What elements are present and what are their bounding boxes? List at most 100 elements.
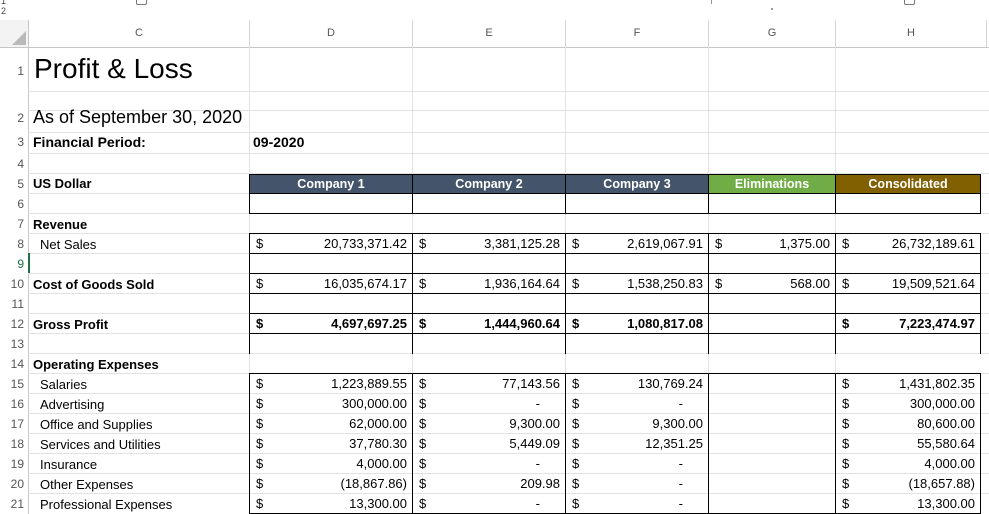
header-consolidated[interactable]: Consolidated [835,174,981,194]
row-header[interactable]: 5 [0,177,28,191]
row-label-insurance[interactable]: Insurance [40,457,97,472]
row-header[interactable]: 1 [0,64,28,78]
row-header[interactable]: 18 [0,437,28,451]
row-header[interactable]: 2 [0,111,28,125]
value-text: 4,697,697.25 [331,316,407,331]
empty-cell[interactable] [249,253,413,274]
outline-tick [711,0,712,4]
empty-cell[interactable] [412,253,566,274]
value-cell[interactable] [708,413,836,434]
row-header[interactable]: 20 [0,477,28,491]
row-header[interactable]: 17 [0,417,28,431]
row-label-office-supplies[interactable]: Office and Supplies [40,417,153,432]
value-text: 7,223,474.97 [899,316,975,331]
empty-cell[interactable] [565,253,709,274]
empty-cell[interactable] [565,333,709,354]
value-text: 4,000.00 [924,456,975,471]
column-header-f[interactable]: F [566,20,709,47]
header-company-2[interactable]: Company 2 [412,174,566,194]
empty-cell[interactable] [412,293,566,314]
column-header-g[interactable]: G [709,20,836,47]
empty-cell[interactable] [249,293,413,314]
value-text: 9,300.00 [509,416,560,431]
row-header[interactable]: 12 [0,317,28,331]
value-text: 300,000.00 [341,396,407,411]
row-header[interactable]: 19 [0,457,28,471]
row-header[interactable]: 15 [0,377,28,391]
value-text: 1,080,817.08 [627,316,703,331]
value-text: 568.00 [790,276,830,291]
row-label-gross-profit[interactable]: Gross Profit [33,317,108,332]
header-eliminations[interactable]: Eliminations [708,174,836,194]
row-label-salaries[interactable]: Salaries [40,377,87,392]
value-text: 20,733,371.42 [323,236,407,251]
value-cell[interactable] [708,453,836,474]
outline-collapse-icon[interactable] [136,0,147,5]
row-label-advertising[interactable]: Advertising [40,397,104,412]
row-header[interactable]: 4 [0,157,28,171]
column-header-d[interactable]: D [250,20,413,47]
financial-period-value[interactable]: 09-2020 [253,134,304,150]
value-text: (18,657.88) [908,476,976,491]
header-company-3[interactable]: Company 3 [565,174,709,194]
header-company-1[interactable]: Company 1 [249,174,413,194]
outline-level-2[interactable]: 2 [1,6,6,16]
row-label-professional-expenses[interactable]: Professional Expenses [40,497,172,512]
value-text: 12,351.25 [645,436,703,451]
value-cell[interactable] [708,493,836,514]
row-header[interactable]: 10 [0,277,28,291]
empty-cell[interactable] [708,333,836,354]
empty-cell[interactable] [565,293,709,314]
page-title[interactable]: Profit & Loss [34,53,193,85]
value-text: 13,300.00 [349,496,407,511]
value-text: 300,000.00 [909,396,975,411]
value-cell[interactable] [708,473,836,494]
value-cell[interactable] [708,393,836,414]
row-label-cogs[interactable]: Cost of Goods Sold [33,277,154,292]
value-text: 209.98 [520,476,560,491]
financial-period-label[interactable]: Financial Period: [33,134,146,150]
value-cell[interactable] [708,433,836,454]
row-header[interactable]: 21 [0,497,28,511]
row-label-other-expenses[interactable]: Other Expenses [40,477,133,492]
empty-cell[interactable] [708,293,836,314]
row-header[interactable]: 9 [0,257,28,271]
empty-cell[interactable] [412,333,566,354]
value-text: - [678,456,683,471]
row-header[interactable]: 13 [0,337,28,351]
row-header[interactable]: 8 [0,237,28,251]
column-header-e[interactable]: E [413,20,566,47]
row-label-net-sales[interactable]: Net Sales [40,237,96,252]
value-text: 16,035,674.17 [323,276,407,291]
column-header-h[interactable]: H [836,20,987,47]
empty-cell[interactable] [249,333,413,354]
value-text: 55,580.64 [917,436,975,451]
empty-cell[interactable] [835,293,981,314]
column-header-c[interactable]: C [29,20,250,47]
value-cell[interactable] [708,373,836,394]
value-text: 1,431,802.35 [899,376,975,391]
outline-dot [771,8,773,10]
empty-cell[interactable] [708,253,836,274]
value-text: 5,449.09 [509,436,560,451]
currency-label[interactable]: US Dollar [33,176,92,191]
row-header[interactable]: 6 [0,197,28,211]
select-all-corner[interactable] [0,20,29,48]
column-header-bar: C D E F G H [29,20,989,48]
active-row-indicator [28,253,30,273]
row-header[interactable]: 3 [0,135,28,149]
row-label-operating-expenses[interactable]: Operating Expenses [33,357,159,372]
row-header[interactable]: 14 [0,357,28,371]
empty-cell[interactable] [835,253,981,274]
row-label-revenue[interactable]: Revenue [33,217,87,232]
value-text: 1,444,960.64 [484,316,560,331]
row-label-services-utilities[interactable]: Services and Utilities [40,437,161,452]
value-cell[interactable] [708,313,836,334]
as-of-date[interactable]: As of September 30, 2020 [33,107,242,128]
row-header[interactable]: 11 [0,297,28,311]
row-header[interactable]: 7 [0,217,28,231]
value-text: 1,375.00 [779,236,830,251]
outline-collapse-icon[interactable] [904,0,915,5]
empty-cell[interactable] [835,333,981,354]
row-header[interactable]: 16 [0,397,28,411]
